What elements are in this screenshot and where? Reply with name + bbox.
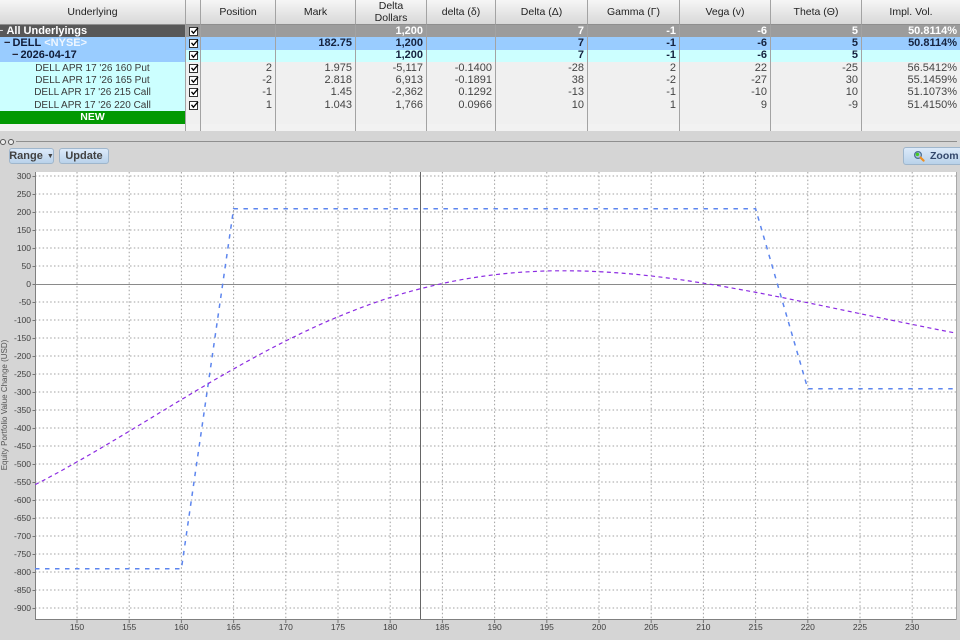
svg-text:180: 180 [383, 622, 397, 632]
svg-text:-100: -100 [14, 315, 31, 325]
svg-text:-900: -900 [14, 603, 31, 613]
svg-text:220: 220 [801, 622, 815, 632]
svg-text:-600: -600 [14, 495, 31, 505]
svg-text:-550: -550 [14, 477, 31, 487]
svg-text:0: 0 [26, 279, 31, 289]
svg-text:-50: -50 [19, 297, 32, 307]
svg-text:200: 200 [592, 622, 606, 632]
svg-text:205: 205 [644, 622, 658, 632]
svg-text:170: 170 [279, 622, 293, 632]
svg-text:150: 150 [17, 225, 31, 235]
svg-text:-250: -250 [14, 369, 31, 379]
svg-text:-850: -850 [14, 585, 31, 595]
svg-text:Equity Portfolio Value Change: Equity Portfolio Value Change (USD) [0, 339, 9, 470]
svg-text:155: 155 [122, 622, 136, 632]
svg-text:165: 165 [227, 622, 241, 632]
svg-text:215: 215 [749, 622, 763, 632]
svg-text:300: 300 [17, 172, 31, 181]
svg-text:210: 210 [696, 622, 710, 632]
svg-text:185: 185 [435, 622, 449, 632]
svg-text:-300: -300 [14, 387, 31, 397]
svg-text:100: 100 [17, 243, 31, 253]
svg-text:-400: -400 [14, 423, 31, 433]
svg-text:175: 175 [331, 622, 345, 632]
svg-text:-650: -650 [14, 513, 31, 523]
svg-text:-450: -450 [14, 441, 31, 451]
svg-text:-350: -350 [14, 405, 31, 415]
svg-text:-200: -200 [14, 351, 31, 361]
svg-text:-800: -800 [14, 567, 31, 577]
svg-text:190: 190 [488, 622, 502, 632]
svg-text:50: 50 [22, 261, 32, 271]
svg-text:-150: -150 [14, 333, 31, 343]
svg-text:-700: -700 [14, 531, 31, 541]
svg-text:250: 250 [17, 189, 31, 199]
svg-text:200: 200 [17, 207, 31, 217]
svg-text:225: 225 [853, 622, 867, 632]
svg-text:230: 230 [905, 622, 919, 632]
svg-text:160: 160 [174, 622, 188, 632]
svg-text:195: 195 [540, 622, 554, 632]
svg-text:-500: -500 [14, 459, 31, 469]
svg-text:-750: -750 [14, 549, 31, 559]
svg-text:150: 150 [70, 622, 84, 632]
